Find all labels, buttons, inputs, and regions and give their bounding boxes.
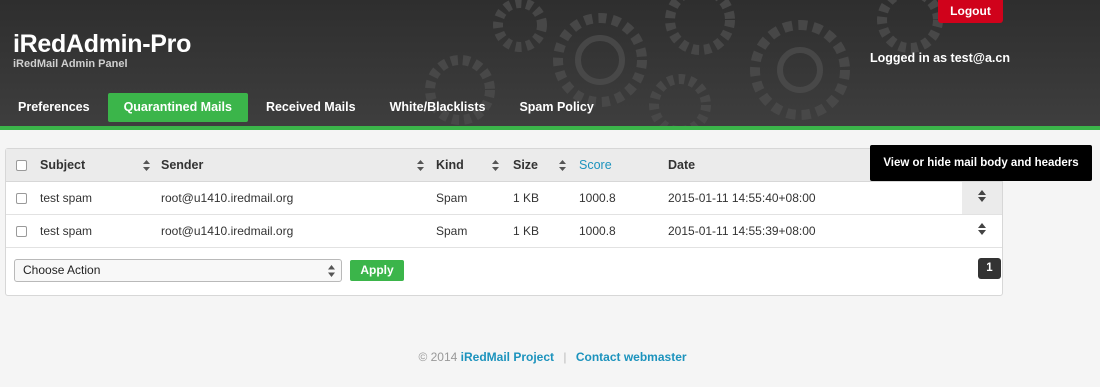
column-date-label: Date [668,157,696,172]
row-kind-link[interactable]: Spam [436,181,513,215]
row-select-cell [6,181,40,215]
column-score[interactable]: Score [579,149,668,182]
tab-quarantined-mails[interactable]: Quarantined Mails [107,93,248,122]
column-kind[interactable]: Kind [436,149,513,182]
column-subject[interactable]: Subject [40,149,161,182]
sort-icon [143,160,150,171]
row-checkbox[interactable] [16,192,27,204]
nav-tabs: Preferences Quarantined Mails Received M… [0,93,612,122]
column-subject-label: Subject [40,157,86,172]
expand-collapse-icon [978,223,986,235]
table-row[interactable]: test spam root@u1410.iredmail.org Spam 1… [6,181,1002,215]
row-size: 1 KB [513,214,579,248]
toggle-body-button[interactable] [962,181,1002,215]
tab-received-mails[interactable]: Received Mails [250,93,372,122]
row-subject: test spam [40,181,161,215]
apply-button[interactable]: Apply [350,260,404,281]
tab-white-blacklists[interactable]: White/Blacklists [374,93,502,122]
table-row[interactable]: test spam root@u1410.iredmail.org Spam 1… [6,214,1002,248]
toggle-body-button[interactable] [962,214,1002,248]
action-select-value: Choose Action [23,263,101,277]
row-sender: root@u1410.iredmail.org [161,181,436,215]
quarantine-table: Subject Sender Kind Size Score Date test… [6,149,1002,248]
header-accent-bar [0,126,1100,130]
select-all-checkbox[interactable] [16,159,27,171]
logged-in-status: Logged in as test@a.cn [870,51,1010,65]
project-link[interactable]: iRedMail Project [461,350,554,364]
row-kind-link[interactable]: Spam [436,214,513,248]
footer-separator: | [563,350,567,364]
column-kind-label: Kind [436,157,464,172]
expand-collapse-icon [978,190,986,202]
row-select-cell [6,214,40,248]
footer: © 2014 iRedMail Project | Contact webmas… [0,350,1100,364]
row-score: 1000.8 [579,214,668,248]
table-header-row: Subject Sender Kind Size Score Date [6,149,1002,182]
tooltip: View or hide mail body and headers [870,145,1092,181]
row-date: 2015-01-11 14:55:40+08:00 [668,181,962,215]
header-bar: iRedAdmin-Pro iRedMail Admin Panel Logou… [0,0,1100,126]
sort-icon [417,160,424,171]
quarantine-panel: Subject Sender Kind Size Score Date test… [5,148,1003,296]
pagination-page-1[interactable]: 1 [978,258,1001,279]
row-subject: test spam [40,214,161,248]
select-all-cell [6,149,40,182]
sort-icon [559,160,566,171]
row-score: 1000.8 [579,181,668,215]
contact-webmaster-link[interactable]: Contact webmaster [576,350,687,364]
column-sender-label: Sender [161,157,204,172]
row-size: 1 KB [513,181,579,215]
logout-button[interactable]: Logout [938,0,1003,23]
action-select[interactable]: Choose Action [14,259,342,282]
sort-icon [492,160,499,171]
select-arrows-icon [328,265,335,277]
column-sender[interactable]: Sender [161,149,436,182]
row-date: 2015-01-11 14:55:39+08:00 [668,214,962,248]
tab-spam-policy[interactable]: Spam Policy [503,93,609,122]
tab-preferences[interactable]: Preferences [0,93,106,122]
row-sender: root@u1410.iredmail.org [161,214,436,248]
column-score-label: Score [579,157,612,172]
row-checkbox[interactable] [16,225,27,237]
app-subtitle: iRedMail Admin Panel [13,58,128,70]
app-title: iRedAdmin-Pro [13,30,192,58]
column-size-label: Size [513,157,539,172]
footer-copyright: © 2014 [418,350,458,364]
column-size[interactable]: Size [513,149,579,182]
